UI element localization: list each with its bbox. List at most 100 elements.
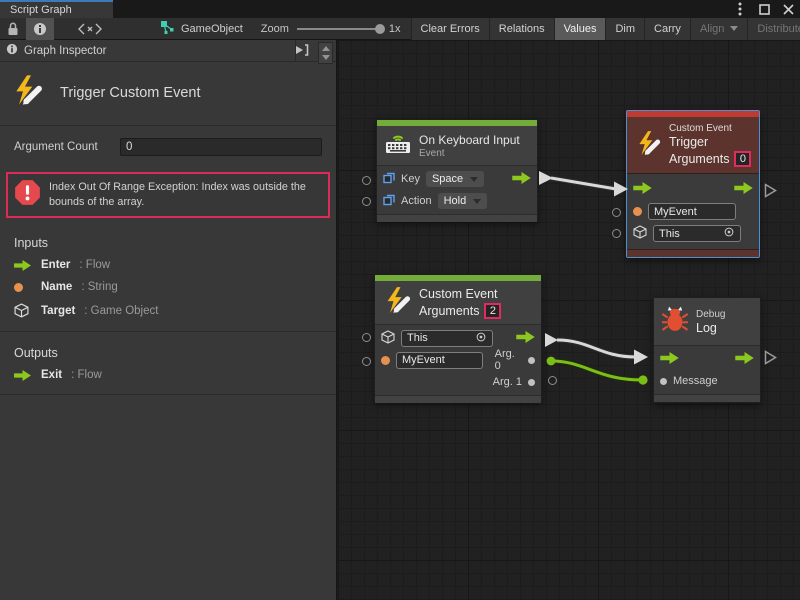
zoom-slider-handle[interactable] — [375, 24, 385, 34]
string-port[interactable] — [381, 356, 390, 365]
node-on-keyboard-input[interactable]: On Keyboard Input Event Key Space — [376, 119, 538, 222]
scroll-down-icon[interactable] — [322, 55, 330, 60]
unconnected-port[interactable] — [612, 208, 621, 217]
string-port-icon — [14, 283, 32, 292]
inspector-scroll-arrows[interactable] — [318, 42, 333, 64]
input-pin-target: Target : Game Object — [0, 298, 336, 323]
input-pin-enter: Enter : Flow — [0, 254, 336, 276]
close-icon[interactable] — [780, 1, 796, 17]
flow-output-port[interactable] — [512, 172, 531, 187]
arg0-output-port[interactable] — [528, 357, 535, 364]
node-footer — [375, 395, 541, 403]
flow-input-port[interactable] — [633, 182, 652, 197]
target-picker-icon[interactable] — [475, 331, 487, 346]
node-title: Custom Event — [419, 287, 501, 301]
node-trigger-custom-event[interactable]: Custom Event Trigger Arguments 0 — [626, 110, 760, 258]
gameobject-label: GameObject — [181, 23, 243, 35]
arg1-output-port[interactable] — [528, 379, 535, 386]
zoom-value: 1x — [389, 23, 401, 35]
error-icon — [14, 179, 41, 211]
arguments-value-badge[interactable]: 0 — [734, 151, 751, 167]
unit-title-block: Trigger Custom Event — [0, 62, 336, 126]
maximize-icon[interactable] — [756, 1, 772, 17]
flow-output-port[interactable] — [735, 352, 754, 367]
chevron-down-icon — [473, 199, 481, 204]
graph-toolbar: GameObject Zoom 1x Clear Errors Relation… — [0, 18, 800, 40]
action-dropdown[interactable]: Hold — [438, 193, 488, 209]
tab-script-graph[interactable]: Script Graph — [0, 0, 113, 18]
bug-icon — [662, 306, 688, 337]
cube-icon — [633, 225, 647, 242]
message-input-port[interactable] — [660, 378, 667, 385]
argument-count-row: Argument Count — [0, 126, 336, 162]
lock-icon[interactable] — [0, 18, 26, 40]
unconnected-port[interactable] — [612, 229, 621, 238]
arg1-label: Arg. 1 — [493, 376, 522, 388]
gameobject-target[interactable]: GameObject — [160, 20, 243, 38]
clear-errors-label: Clear Errors — [421, 23, 480, 35]
distribute-label: Distribute — [757, 23, 800, 35]
dock-panel-icon[interactable] — [295, 44, 309, 59]
code-view-icon[interactable] — [68, 18, 112, 40]
keyboard-icon — [385, 131, 411, 160]
section-divider — [0, 394, 336, 395]
zoom-slider[interactable] — [297, 28, 381, 30]
unconnected-port[interactable] — [362, 176, 371, 185]
event-name-field[interactable]: MyEvent — [648, 203, 736, 220]
inspector-header: Graph Inspector — [0, 40, 336, 62]
pin-type: : Game Object — [84, 305, 158, 317]
distribute-button[interactable]: Distribute — [747, 18, 800, 40]
target-field[interactable]: This — [401, 330, 493, 347]
values-label: Values — [564, 23, 597, 35]
custom-event-icon — [10, 74, 44, 111]
carry-button[interactable]: Carry — [644, 18, 690, 40]
dim-button[interactable]: Dim — [605, 18, 644, 40]
arg0-label: Arg. 0 — [495, 348, 522, 372]
custom-event-icon — [383, 286, 411, 319]
toolbar-buttons: Clear Errors Relations Values Dim Carry … — [411, 18, 800, 40]
pin-name: Target — [41, 305, 75, 317]
inspector-toggle-button[interactable] — [26, 18, 54, 40]
pin-name: Enter — [41, 259, 70, 271]
values-button[interactable]: Values — [554, 18, 606, 40]
flow-output-port[interactable] — [516, 331, 535, 346]
flow-continuation-icon — [764, 350, 777, 370]
node-debug-log[interactable]: Debug Log Message — [653, 297, 761, 403]
key-dropdown[interactable]: Space — [426, 171, 484, 187]
clear-errors-button[interactable]: Clear Errors — [411, 18, 489, 40]
pin-type: : String — [81, 281, 117, 293]
event-name-field[interactable]: MyEvent — [396, 352, 483, 369]
node-header: Debug Log — [654, 298, 760, 346]
unconnected-port[interactable] — [362, 333, 371, 342]
kebab-menu-icon[interactable] — [732, 1, 748, 17]
custom-event-icon — [635, 130, 661, 161]
input-pin-name: Name : String — [0, 276, 336, 298]
chevron-down-icon — [470, 177, 478, 182]
arguments-label: Arguments — [419, 304, 479, 318]
action-label: Action — [401, 195, 432, 207]
dim-label: Dim — [615, 23, 635, 35]
input-binding-icon — [383, 194, 395, 209]
flow-output-port[interactable] — [734, 182, 753, 197]
unconnected-port[interactable] — [362, 357, 371, 366]
align-button[interactable]: Align — [690, 18, 747, 40]
flow-input-port[interactable] — [660, 352, 679, 367]
scroll-up-icon[interactable] — [322, 46, 330, 51]
unconnected-arg1-port[interactable] — [548, 376, 557, 385]
unconnected-port[interactable] — [362, 197, 371, 206]
input-binding-icon — [383, 172, 395, 187]
argument-count-input[interactable] — [120, 138, 322, 156]
pin-type: : Flow — [71, 369, 102, 381]
arguments-value-badge[interactable]: 2 — [484, 303, 501, 319]
zoom-label: Zoom — [261, 23, 289, 35]
relations-button[interactable]: Relations — [489, 18, 554, 40]
graph-canvas[interactable]: On Keyboard Input Event Key Space — [338, 40, 800, 600]
node-header: Custom Event Trigger Arguments 0 — [627, 117, 759, 174]
chevron-down-icon — [730, 26, 738, 31]
target-field[interactable]: This — [653, 225, 741, 242]
tab-strip: Script Graph — [0, 0, 800, 18]
node-custom-event[interactable]: Custom Event Arguments 2 This — [374, 274, 542, 402]
target-picker-icon[interactable] — [723, 226, 735, 241]
action-dropdown-value: Hold — [444, 195, 467, 207]
string-port[interactable] — [633, 207, 642, 216]
